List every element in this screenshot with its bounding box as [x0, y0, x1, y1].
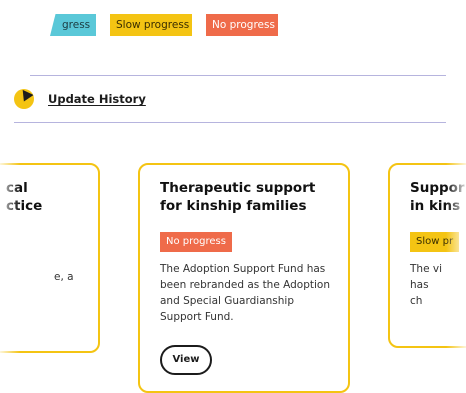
card-body-line2: has	[410, 279, 429, 291]
view-button[interactable]: View	[160, 345, 212, 375]
divider-bottom	[14, 122, 446, 123]
policy-card-therapeutic-support: Therapeutic support for kinship families…	[138, 163, 350, 393]
card-title-line1: Therapeutic support	[160, 180, 316, 196]
legend-tag-slow-progress: Slow progress	[110, 14, 192, 36]
card-title-line2: for kinship families	[160, 198, 307, 214]
legend-tag-partial-progress: gress	[50, 14, 96, 36]
legend-tag-no-progress: No progress	[206, 14, 278, 36]
carousel-fade-left	[0, 150, 20, 376]
divider-top	[30, 75, 446, 76]
carousel-fade-right	[446, 150, 466, 376]
card-body: e, a	[54, 271, 74, 283]
pencil-icon	[14, 89, 34, 109]
card-body-line3: ch	[410, 295, 423, 307]
card-body: The Adoption Support Fund has been rebra…	[160, 263, 330, 323]
card-body-line1: The vi	[410, 263, 442, 275]
update-history-link[interactable]: Update History	[48, 92, 146, 106]
status-badge: No progress	[160, 232, 232, 252]
